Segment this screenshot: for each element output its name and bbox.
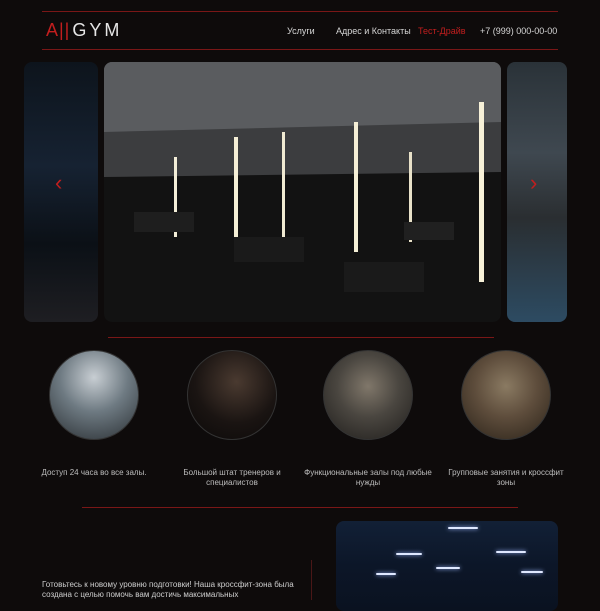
- ceiling-light: [376, 573, 396, 575]
- top-divider: [42, 11, 558, 12]
- logo-text: GYM: [72, 20, 123, 40]
- page: A|| GYM Услуги Адрес и Контакты Тест-Дра…: [0, 0, 600, 611]
- feature-caption: Групповые занятия и кроссфит зоны: [448, 468, 564, 487]
- phone-link[interactable]: +7 (999) 000-00-00: [480, 26, 557, 36]
- nav-link-services[interactable]: Услуги: [287, 26, 315, 36]
- section-divider: [108, 337, 494, 338]
- header-divider: [42, 49, 558, 50]
- feature-card: Групповые занятия и кроссфит зоны: [441, 350, 571, 488]
- ceiling-light: [396, 553, 422, 555]
- feature-caption: Большой штат тренеров и специалистов: [183, 468, 281, 487]
- intro-text: Готовьтесь к новому уровню подготовки! Н…: [42, 580, 294, 599]
- logo-mark: A||: [46, 20, 71, 40]
- ceiling-light: [436, 567, 460, 569]
- nav-link-contacts[interactable]: Адрес и Контакты: [336, 26, 411, 36]
- section-divider: [82, 507, 518, 508]
- ceiling-light: [521, 571, 543, 573]
- crossfit-photo: [336, 521, 558, 611]
- vertical-divider: [311, 560, 312, 600]
- feature-card: Доступ 24 часа во все залы.: [29, 350, 159, 478]
- carousel-next-slide[interactable]: [507, 62, 567, 322]
- feature-image: [49, 350, 139, 440]
- chevron-left-icon[interactable]: ‹: [55, 172, 69, 194]
- ceiling-light: [448, 527, 478, 529]
- feature-image: [187, 350, 277, 440]
- feature-card: Большой штат тренеров и специалистов: [167, 350, 297, 488]
- feature-caption: Доступ 24 часа во все залы.: [41, 468, 147, 477]
- ceiling-light: [496, 551, 526, 553]
- feature-image: [323, 350, 413, 440]
- gym-photo: [104, 62, 501, 322]
- logo[interactable]: A|| GYM: [46, 20, 122, 41]
- nav-link-test-drive[interactable]: Тест-Драйв: [418, 26, 466, 36]
- feature-card: Функциональные залы под любые нужды: [303, 350, 433, 488]
- chevron-right-icon[interactable]: ›: [530, 172, 544, 194]
- carousel-main-slide: [104, 62, 501, 322]
- feature-image: [461, 350, 551, 440]
- feature-caption: Функциональные залы под любые нужды: [304, 468, 432, 487]
